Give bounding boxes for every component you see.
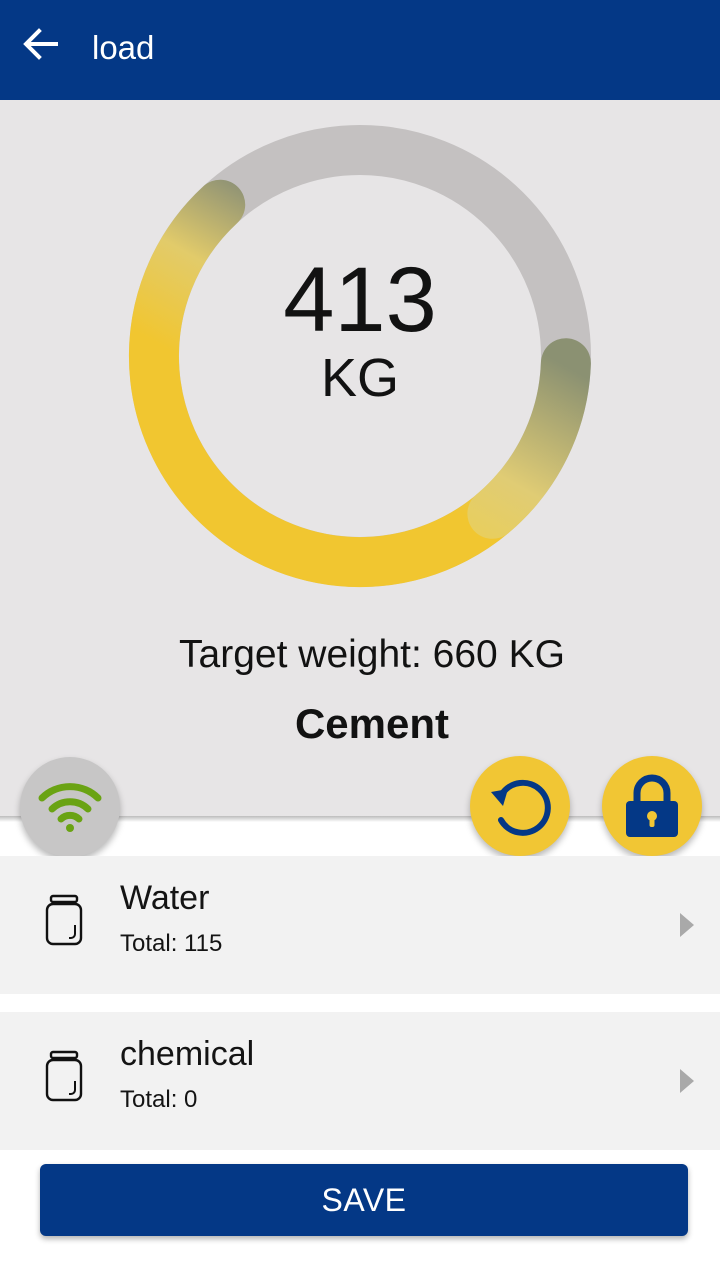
page-title: load <box>92 29 155 66</box>
save-button[interactable]: SAVE <box>40 1164 688 1236</box>
item-name: Water <box>120 879 210 917</box>
current-weight-unit: KG <box>320 348 400 408</box>
chevron-right-icon <box>680 913 694 937</box>
lock-icon <box>626 774 678 837</box>
lock-button[interactable] <box>602 756 702 856</box>
item-name: chemical <box>120 1035 255 1073</box>
item-total: Total: 115 <box>120 930 223 957</box>
target-weight-text: Target weight: 660 KG <box>179 633 565 676</box>
jar-icon <box>45 1050 83 1102</box>
reset-button[interactable] <box>470 756 570 856</box>
arrow-left-icon <box>23 28 58 60</box>
reset-icon <box>491 779 551 836</box>
back-button[interactable] <box>14 22 66 66</box>
item-total: Total: 0 <box>120 1086 198 1113</box>
list-item[interactable]: Water Total: 115 <box>0 856 720 994</box>
list-item[interactable]: chemical Total: 0 <box>0 1012 720 1150</box>
wifi-button[interactable] <box>20 757 120 857</box>
chevron-right-icon <box>680 1069 694 1093</box>
current-weight-value: 413 <box>283 249 437 351</box>
app-bar: load <box>0 0 720 100</box>
wifi-icon <box>38 783 102 832</box>
material-name: Cement <box>294 700 450 747</box>
jar-icon <box>45 894 83 946</box>
